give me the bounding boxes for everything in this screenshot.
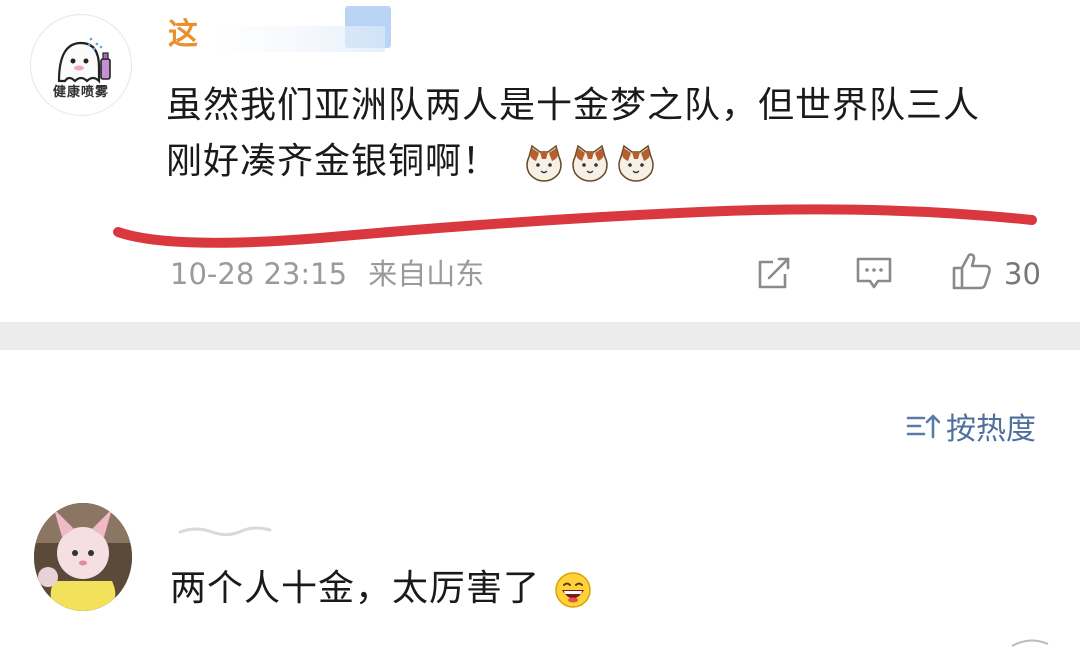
reply-avatar[interactable] [34, 503, 132, 611]
share-icon[interactable] [755, 254, 793, 292]
grinning-face-icon [555, 572, 592, 608]
comment-text-line2: 刚好凑齐金银铜啊！ [166, 134, 1046, 191]
comment-text: 虽然我们亚洲队两人是十金梦之队，但世界队三人 刚好凑齐金银铜啊！ [166, 78, 1046, 191]
avatar-caption: 健康喷雾 [52, 85, 109, 100]
emoji-group [523, 135, 661, 191]
reply-username-blur[interactable] [176, 518, 276, 540]
timestamp: 10-28 23:15 [170, 257, 348, 291]
location: 来自山东 [368, 257, 485, 291]
reply-text: 两个人十金，太厉害了 [170, 568, 541, 609]
sort-button[interactable]: 按热度 [906, 404, 1036, 448]
avatar[interactable]: 健康喷雾 [30, 14, 132, 116]
cat-face-icon [526, 144, 563, 182]
ghost-spray-icon [57, 37, 111, 84]
reply-comment-text: 两个人十金，太厉害了 [170, 564, 592, 614]
top-comment: 健康喷雾 这 虽然我们亚洲队两人是十金梦之队，但世界队三人 刚好凑齐金银铜啊！ [0, 0, 1080, 322]
comment-text-line1: 虽然我们亚洲队两人是十金梦之队，但世界队三人 [166, 85, 981, 126]
like-count: 30 [1004, 257, 1041, 291]
username[interactable]: 这 [168, 14, 208, 56]
cat-face-icon [618, 144, 655, 182]
username-blur [205, 6, 405, 56]
plush-toy-avatar-icon [34, 503, 132, 611]
comment-meta: 10-28 23:15 来自山东 [170, 252, 496, 296]
scroll-indicator [1011, 639, 1049, 647]
cat-face-icon [572, 144, 609, 182]
comment-text-line2-text: 刚好凑齐金银铜啊！ [166, 141, 500, 182]
comment-icon[interactable] [854, 254, 894, 292]
section-divider [0, 322, 1080, 350]
sort-label: 按热度 [946, 412, 1036, 447]
thumbs-up-icon[interactable] [950, 250, 994, 292]
red-annotation-stroke [113, 204, 1037, 248]
sort-icon [906, 414, 940, 439]
